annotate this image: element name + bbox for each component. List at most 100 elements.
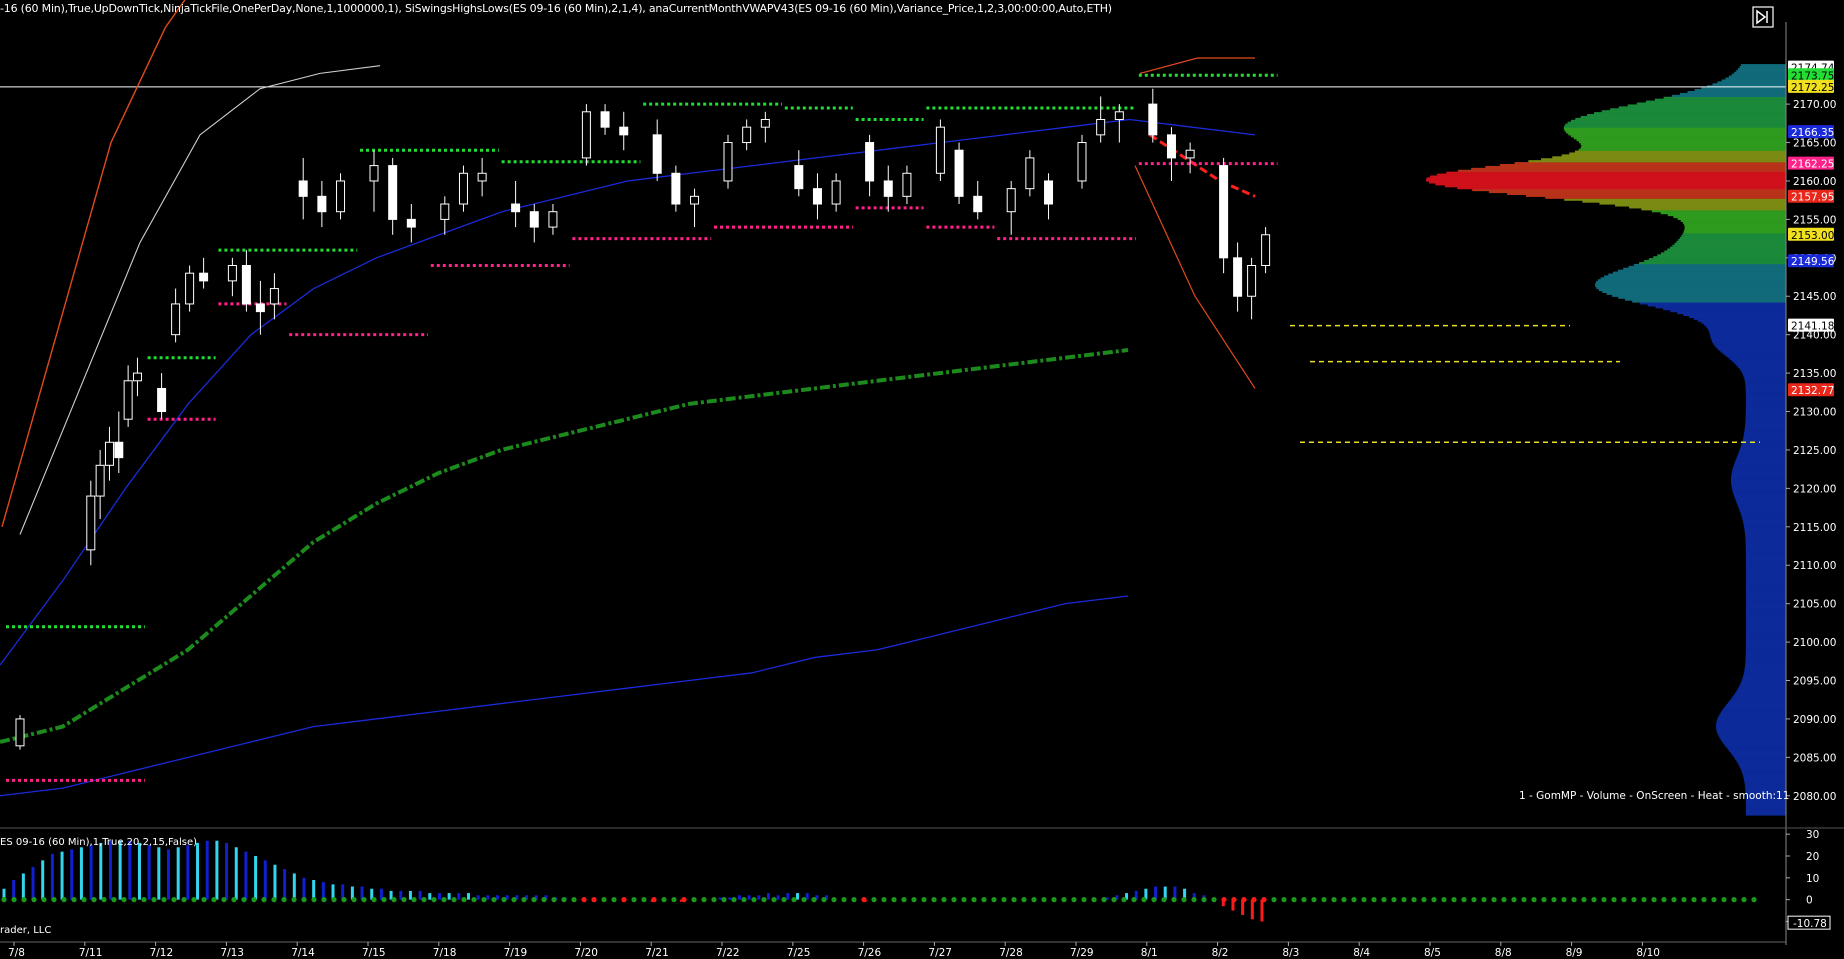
- profile-bar: [1727, 356, 1786, 359]
- zero-dot: [591, 897, 597, 903]
- zero-dot: [371, 897, 377, 903]
- profile-bar: [1629, 206, 1786, 209]
- candle-body: [742, 126, 752, 144]
- zero-dot: [1361, 897, 1367, 903]
- zero-dot: [471, 897, 477, 903]
- candle-body: [690, 195, 700, 205]
- profile-bar: [1745, 586, 1786, 589]
- candle-body: [406, 218, 416, 228]
- profile-bar: [1745, 384, 1786, 388]
- profile-bar: [1731, 471, 1786, 474]
- profile-bar: [1663, 96, 1786, 99]
- zero-dot: [581, 897, 587, 903]
- zero-dot: [1121, 897, 1127, 903]
- zero-dot: [521, 897, 527, 903]
- profile-bar: [1723, 707, 1786, 710]
- profile-bar: [1745, 588, 1786, 591]
- time-tick-label: 7/12: [150, 947, 174, 959]
- zero-dot: [701, 897, 707, 903]
- zero-dot: [1201, 897, 1207, 903]
- histogram-bar: [12, 880, 16, 900]
- zero-dot: [1721, 897, 1727, 903]
- profile-bar: [1745, 411, 1786, 415]
- profile-bar: [1726, 746, 1786, 749]
- time-tick-label: 8/1: [1141, 947, 1158, 959]
- zero-dot: [451, 897, 457, 903]
- profile-bar: [1744, 784, 1786, 787]
- price-tick-label: 2125.00: [1793, 445, 1836, 457]
- profile-bar: [1745, 425, 1786, 428]
- profile-bar: [1655, 306, 1786, 309]
- profile-bar: [1745, 569, 1786, 572]
- profile-bar: [1611, 294, 1786, 297]
- zero-dot: [541, 897, 547, 903]
- profile-bar: [1568, 133, 1786, 136]
- time-tick-label: 7/15: [362, 947, 386, 959]
- profile-bar: [1744, 780, 1786, 783]
- profile-bar: [1739, 509, 1786, 513]
- profile-bar: [1741, 444, 1786, 447]
- profile-bar: [1615, 204, 1786, 207]
- zero-dot: [991, 897, 997, 903]
- profile-bar: [1682, 233, 1786, 236]
- profile-bar: [1743, 776, 1786, 780]
- zero-dot: [1621, 897, 1627, 903]
- copyright-text: rader, LLC: [0, 925, 52, 936]
- profile-bar: [1729, 358, 1786, 361]
- profile-bar: [1664, 250, 1786, 253]
- histogram-bar: [747, 895, 751, 900]
- profile-bar: [1745, 652, 1786, 655]
- zero-dot: [391, 897, 397, 903]
- zero-dot: [61, 897, 67, 903]
- profile-bar: [1733, 694, 1786, 697]
- candle-body: [1166, 134, 1176, 159]
- profile-bar: [1740, 446, 1786, 449]
- profile-bar: [1610, 108, 1786, 111]
- zero-dot: [891, 897, 897, 903]
- profile-bar: [1687, 90, 1786, 94]
- time-tick-label: 8/2: [1212, 947, 1229, 959]
- profile-bar: [1488, 190, 1786, 194]
- profile-bar: [1744, 377, 1786, 380]
- play-forward-icon[interactable]: [1752, 6, 1774, 28]
- profile-bar: [1745, 805, 1786, 808]
- profile-bar: [1745, 613, 1786, 616]
- profile-bar: [1745, 565, 1786, 568]
- profile-bar: [1660, 252, 1786, 255]
- profile-bar: [1645, 100, 1786, 103]
- profile-bar: [1738, 763, 1786, 766]
- profile-bar: [1722, 352, 1786, 355]
- price-tick-label: 2110.00: [1793, 560, 1836, 572]
- price-marker-label: 2162.25: [1791, 159, 1834, 171]
- profile-bar: [1743, 525, 1786, 528]
- profile-bar: [1736, 363, 1786, 367]
- histogram-bar: [1250, 899, 1254, 920]
- histogram-bar: [21, 873, 25, 900]
- candle-body: [440, 203, 450, 220]
- zero-dot: [1271, 897, 1277, 903]
- zero-dot: [741, 897, 747, 903]
- histogram-bar: [437, 893, 441, 900]
- histogram-bar: [776, 895, 780, 900]
- profile-bar: [1736, 69, 1786, 73]
- profile-bar: [1739, 684, 1786, 687]
- zero-dot: [1101, 897, 1107, 903]
- profile-bar: [1628, 265, 1786, 269]
- profile-bar: [1745, 655, 1786, 659]
- time-tick-label: 7/21: [645, 947, 669, 959]
- histogram-bar: [302, 877, 306, 900]
- profile-bar: [1599, 202, 1786, 205]
- zero-dot: [161, 897, 167, 903]
- lower-panel-label: ES 09-16 (60 Min),1,True,20,2,15,False): [0, 837, 198, 848]
- profile-bar: [1745, 546, 1786, 549]
- zero-dot: [651, 897, 657, 903]
- profile-bar: [1541, 158, 1786, 161]
- candle-body: [255, 303, 265, 313]
- time-tick-label: 7/22: [716, 947, 740, 959]
- zero-dot: [1111, 897, 1117, 903]
- zero-dot: [1481, 897, 1487, 903]
- zero-dot: [241, 897, 247, 903]
- histogram-bar: [457, 893, 461, 900]
- profile-bar: [1741, 513, 1786, 516]
- profile-bar: [1697, 319, 1786, 322]
